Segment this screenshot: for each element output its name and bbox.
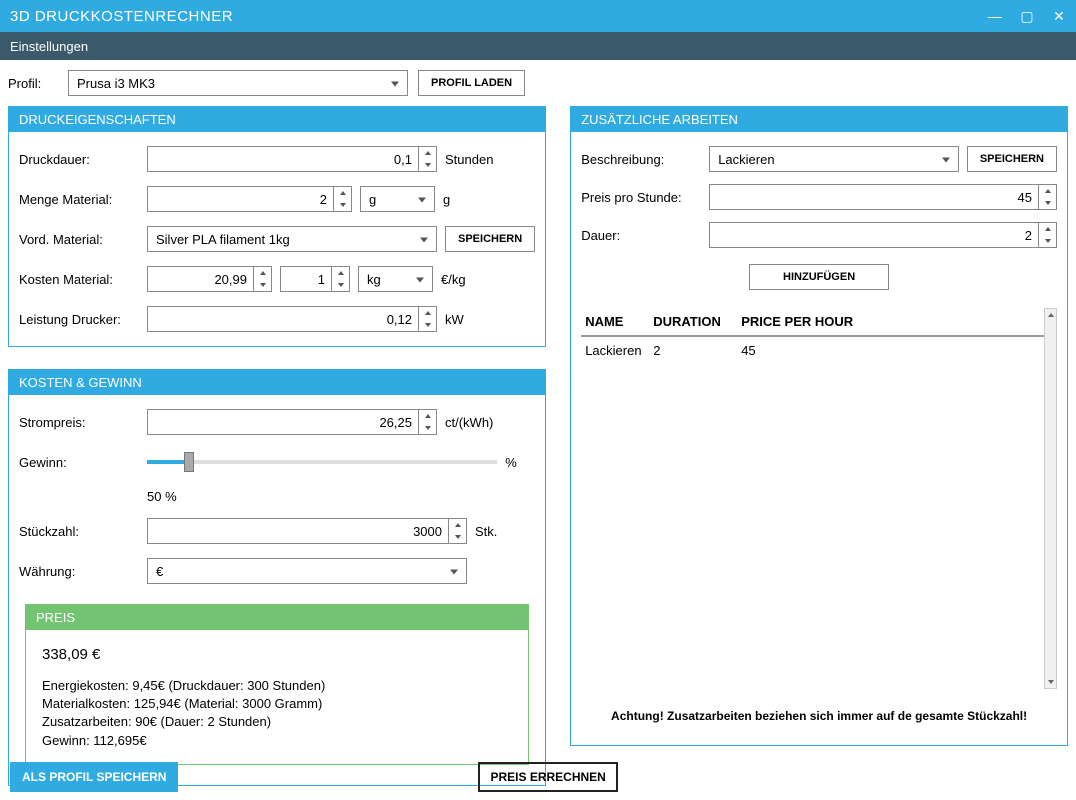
spinner-down-icon[interactable] [332, 279, 349, 291]
spinner-up-icon[interactable] [419, 147, 436, 159]
col-duration: DURATION [653, 314, 733, 329]
price-total: 338,09 € [42, 644, 512, 665]
panel-head-print: DRUCKEIGENSCHAFTEN [9, 107, 545, 132]
table-row[interactable]: Lackieren 2 45 [581, 337, 1044, 364]
material-cost-spinner[interactable]: 20,99 [147, 266, 272, 292]
qty-label: Stückzahl: [19, 524, 139, 539]
close-icon[interactable]: ✕ [1052, 9, 1066, 23]
spinner-down-icon[interactable] [449, 531, 466, 543]
menubar: Einstellungen [0, 32, 1076, 60]
qty-spinner[interactable]: 3000 [147, 518, 467, 544]
extra-price-label: Preis pro Stunde: [581, 190, 701, 205]
price-extra-line: Zusatzarbeiten: 90€ (Dauer: 2 Stunden) [42, 713, 512, 731]
extra-price-spinner[interactable]: 45 [709, 184, 1057, 210]
panel-extra-work: ZUSÄTZLICHE ARBEITEN Beschreibung: Lacki… [570, 106, 1068, 746]
spinner-up-icon[interactable] [332, 267, 349, 279]
material-cost-unit-dropdown[interactable]: kg [358, 266, 433, 292]
col-name: NAME [585, 314, 645, 329]
material-cost-label: Kosten Material: [19, 272, 139, 287]
currency-label: Währung: [19, 564, 139, 579]
power-unit: kW [445, 312, 505, 327]
material-pre-dropdown[interactable]: Silver PLA filament 1kg [147, 226, 437, 252]
material-qty-label: Menge Material: [19, 192, 139, 207]
price-head: PREIS [26, 605, 528, 630]
desc-label: Beschreibung: [581, 152, 701, 167]
currency-dropdown[interactable]: € [147, 558, 467, 584]
panel-head-cost: KOSTEN & GEWINN [9, 370, 545, 395]
slider-thumb[interactable] [184, 452, 194, 472]
minimize-icon[interactable]: — [988, 9, 1002, 23]
spinner-up-icon[interactable] [1039, 223, 1056, 235]
profit-label: Gewinn: [19, 455, 139, 470]
maximize-icon[interactable]: ▢ [1020, 9, 1034, 23]
window-title: 3D DRUCKKOSTENRECHNER [10, 8, 988, 25]
spinner-up-icon[interactable] [449, 519, 466, 531]
spinner-up-icon[interactable] [419, 410, 436, 422]
spinner-up-icon[interactable] [254, 267, 271, 279]
spinner-down-icon[interactable] [1039, 235, 1056, 247]
spinner-up-icon[interactable] [419, 307, 436, 319]
material-qty-unit-dropdown[interactable]: g [360, 186, 435, 212]
profile-selected: Prusa i3 MK3 [77, 76, 155, 91]
scroll-down-icon[interactable] [1045, 676, 1056, 688]
menu-settings[interactable]: Einstellungen [10, 39, 88, 54]
spinner-down-icon[interactable] [419, 422, 436, 434]
panel-cost-profit: KOSTEN & GEWINN Strompreis: 26,25 ct/(kW… [8, 369, 546, 786]
warning-text: Achtung! Zusatzarbeiten beziehen sich im… [581, 701, 1057, 731]
add-button[interactable]: HINZUFÜGEN [749, 264, 889, 290]
material-save-button[interactable]: SPEICHERN [445, 226, 535, 252]
material-pre-label: Vord. Material: [19, 232, 139, 247]
spinner-down-icon[interactable] [419, 319, 436, 331]
material-qty-unit: g [443, 192, 503, 207]
scrollbar[interactable] [1044, 308, 1057, 689]
duration-unit: Stunden [445, 152, 505, 167]
col-price: PRICE PER HOUR [741, 314, 1040, 329]
spinner-up-icon[interactable] [1039, 185, 1056, 197]
spinner-up-icon[interactable] [334, 187, 351, 199]
profile-dropdown[interactable]: Prusa i3 MK3 [68, 70, 408, 96]
profit-unit: % [505, 455, 535, 470]
save-as-profile-button[interactable]: ALS PROFIL SPEICHERN [10, 762, 178, 792]
panel-print-properties: DRUCKEIGENSCHAFTEN Druckdauer: 0,1 Stund… [8, 106, 546, 347]
window-controls: — ▢ ✕ [988, 9, 1066, 23]
power-label: Leistung Drucker: [19, 312, 139, 327]
price-energy-line: Energiekosten: 9,45€ (Druckdauer: 300 St… [42, 677, 512, 695]
profile-label: Profil: [8, 76, 58, 91]
profile-load-button[interactable]: PROFIL LADEN [418, 70, 525, 96]
material-cost-qty-spinner[interactable]: 1 [280, 266, 350, 292]
desc-dropdown[interactable]: Lackieren [709, 146, 959, 172]
titlebar: 3D DRUCKKOSTENRECHNER — ▢ ✕ [0, 0, 1076, 32]
spinner-down-icon[interactable] [334, 199, 351, 211]
power-spinner[interactable]: 0,12 [147, 306, 437, 332]
panel-head-extra: ZUSÄTZLICHE ARBEITEN [571, 107, 1067, 132]
calc-price-button[interactable]: PREIS ERRECHNEN [478, 762, 617, 792]
spinner-down-icon[interactable] [1039, 197, 1056, 209]
extra-duration-spinner[interactable]: 2 [709, 222, 1057, 248]
extra-save-button[interactable]: SPEICHERN [967, 146, 1057, 172]
spinner-down-icon[interactable] [419, 159, 436, 171]
price-material-line: Materialkosten: 125,94€ (Material: 3000 … [42, 695, 512, 713]
material-qty-spinner[interactable]: 2 [147, 186, 352, 212]
energy-label: Strompreis: [19, 415, 139, 430]
price-profit-line: Gewinn: 112,695€ [42, 732, 512, 750]
table-header: NAME DURATION PRICE PER HOUR [581, 308, 1044, 337]
duration-label: Druckdauer: [19, 152, 139, 167]
energy-spinner[interactable]: 26,25 [147, 409, 437, 435]
panel-price: PREIS 338,09 € Energiekosten: 9,45€ (Dru… [25, 604, 529, 765]
duration-spinner[interactable]: 0,1 [147, 146, 437, 172]
profit-slider[interactable] [147, 449, 497, 475]
spinner-down-icon[interactable] [254, 279, 271, 291]
material-cost-unit: €/kg [441, 272, 501, 287]
extra-duration-label: Dauer: [581, 228, 701, 243]
profit-pct-display: 50 % [147, 489, 177, 504]
scroll-up-icon[interactable] [1045, 309, 1056, 321]
qty-unit: Stk. [475, 524, 505, 539]
energy-unit: ct/(kWh) [445, 415, 505, 430]
